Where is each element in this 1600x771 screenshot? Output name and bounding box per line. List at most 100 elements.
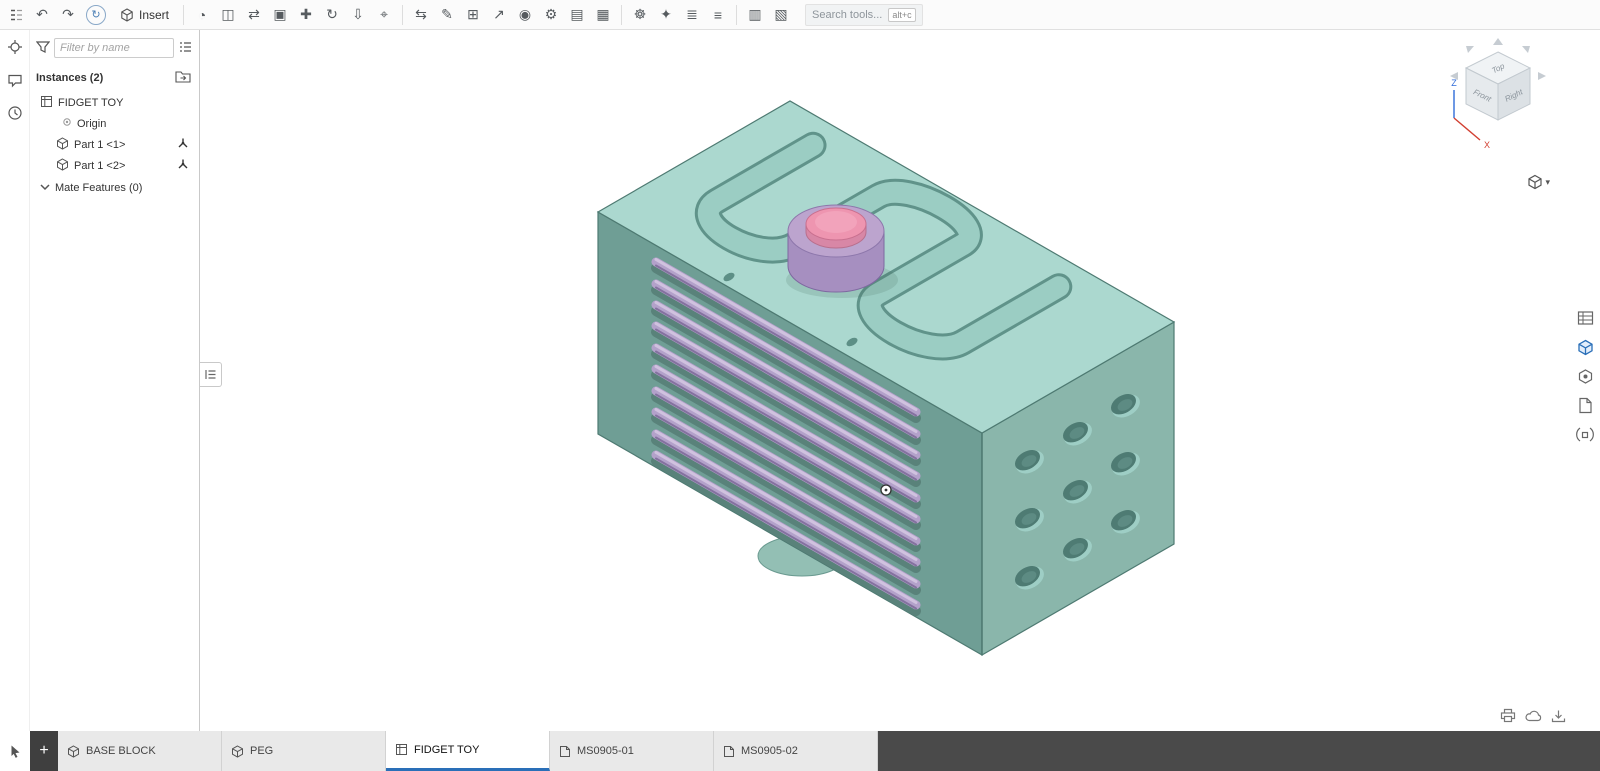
z-axis-label: Z — [1451, 78, 1457, 88]
tab-label: MS0905-02 — [741, 745, 798, 757]
mate-connector-icon[interactable] — [177, 137, 189, 152]
instance-tree: FIDGET TOY Origin Part 1 <1> — [36, 92, 199, 198]
translate-icon[interactable]: ⌖ — [372, 3, 396, 27]
tab-label: MS0905-01 — [577, 745, 634, 757]
assembly-icon — [395, 743, 408, 756]
filter-funnel-icon[interactable] — [36, 40, 50, 57]
sync-icon[interactable]: ↻ — [86, 5, 106, 25]
toolbar-separator — [736, 5, 737, 25]
part2-label: Part 1 <2> — [74, 160, 125, 172]
drawing-icon — [559, 745, 571, 758]
fidget-toy-model[interactable] — [598, 101, 1174, 655]
insert-label: Insert — [139, 8, 169, 22]
explode-icon[interactable]: ↗ — [487, 3, 511, 27]
3d-scene[interactable] — [200, 30, 1600, 731]
left-icon-strip — [0, 30, 30, 731]
named-views-icon[interactable]: ◉ — [513, 3, 537, 27]
tab-ms0905-01[interactable]: MS0905-01 — [550, 731, 714, 771]
feature-list-handle[interactable] — [200, 362, 222, 387]
grid-icon[interactable]: ▧ — [769, 3, 793, 27]
tab-base-block[interactable]: BASE BLOCK — [58, 731, 222, 771]
follow-mode-icon[interactable] — [6, 38, 24, 56]
search-tools-input[interactable]: Search tools... alt+c — [805, 4, 923, 26]
tab-peg[interactable]: PEG — [222, 731, 386, 771]
insert-part-icon[interactable]: ◫ — [216, 3, 240, 27]
redo-icon[interactable]: ↷ — [56, 3, 80, 27]
gear-relation-icon[interactable]: ☸ — [628, 3, 652, 27]
appearance-icon[interactable]: ✦ — [654, 3, 678, 27]
hatch-icon[interactable]: ≣ — [680, 3, 704, 27]
tree-row-origin[interactable]: Origin — [36, 113, 199, 134]
mate-connector-icon[interactable] — [177, 158, 189, 173]
mate-features-section[interactable]: Mate Features (0) — [36, 177, 199, 198]
assembly-name-label: FIDGET TOY — [58, 97, 123, 109]
move-part-icon[interactable]: ✚ — [294, 3, 318, 27]
tab-label: PEG — [250, 745, 273, 757]
part-instance-icon — [56, 158, 69, 174]
rotate-corner-arrow-icon[interactable] — [1466, 46, 1474, 53]
part-studio-icon — [67, 745, 80, 758]
filter-by-name-input[interactable] — [54, 38, 174, 58]
document-tab-bar: + BASE BLOCK PEG FIDGET TOY MS0905-01 MS… — [0, 731, 1600, 771]
bom-table-icon[interactable]: ▦ — [591, 3, 615, 27]
select-cursor-icon[interactable] — [9, 744, 22, 758]
tab-fidget-toy[interactable]: FIDGET TOY — [386, 731, 550, 771]
toolbar-separator — [621, 5, 622, 25]
tree-row-part2[interactable]: Part 1 <2> — [36, 155, 199, 176]
export-tray-icon[interactable] — [1551, 709, 1566, 726]
tab-label: BASE BLOCK — [86, 745, 156, 757]
copy-icon[interactable]: ▤ — [565, 3, 589, 27]
top-toolbar: ↶ ↷ ↻ Insert ◔ ◫ ⇄ ▣ ✚ ↻ ⇩ ⌖ ⇆ ✎ ⊞ ↗ ◉ ⚙… — [0, 0, 1600, 30]
sheet-icon[interactable]: ▥ — [743, 3, 767, 27]
pattern-icon[interactable]: ⊞ — [461, 3, 485, 27]
instances-list-icon[interactable] — [1575, 337, 1595, 357]
mass-properties-icon[interactable]: ◔ — [190, 3, 214, 27]
undo-icon[interactable]: ↶ — [30, 3, 54, 27]
list-view-toggle-icon[interactable] — [178, 40, 193, 57]
right-tool-strip — [1575, 308, 1595, 444]
insert-instance-icon[interactable] — [175, 70, 191, 86]
x-axis-label: X — [1484, 140, 1490, 150]
cloud-sync-icon[interactable] — [1525, 709, 1542, 725]
add-tab-button[interactable]: + — [30, 731, 58, 771]
graphics-viewport[interactable]: Top Front Right Z X ▾ — [200, 30, 1600, 731]
tab-label: FIDGET TOY — [414, 744, 479, 756]
rotate-part-icon[interactable]: ↻ — [320, 3, 344, 27]
search-shortcut-badge: alt+c — [888, 8, 915, 22]
snap-mode-icon[interactable]: ⇩ — [346, 3, 370, 27]
configurations-panel-icon[interactable] — [1575, 395, 1595, 415]
part1-label: Part 1 <1> — [74, 139, 125, 151]
versions-history-icon[interactable] — [6, 104, 24, 122]
display-states-icon[interactable]: ≡ — [706, 3, 730, 27]
assembly-instances-panel: Instances (2) FIDGET TOY Origin — [30, 30, 200, 731]
tree-row-assembly[interactable]: FIDGET TOY — [36, 92, 199, 113]
part-studio-icon — [231, 745, 244, 758]
view-options-menu[interactable]: ▾ — [1527, 174, 1550, 190]
instances-header: Instances (2) — [36, 70, 199, 86]
comments-icon[interactable] — [6, 71, 24, 89]
print-icon[interactable] — [1500, 708, 1516, 726]
tree-row-part1[interactable]: Part 1 <1> — [36, 134, 199, 155]
toolbar-separator — [402, 5, 403, 25]
status-icon-group — [1500, 708, 1566, 726]
fix-part-icon[interactable]: ▣ — [268, 3, 292, 27]
view-cube[interactable]: Top Front Right Z X — [1438, 34, 1558, 166]
chevron-down-icon[interactable] — [40, 182, 50, 194]
part-instance-icon — [56, 137, 69, 153]
rotate-corner-arrow-icon[interactable] — [1522, 46, 1530, 53]
tab-ms0905-02[interactable]: MS0905-02 — [714, 731, 878, 771]
feature-tree-icon[interactable] — [4, 3, 28, 27]
replicate-icon[interactable]: ⇄ — [242, 3, 266, 27]
swap-instance-icon[interactable]: ⇆ — [409, 3, 433, 27]
rotate-right-arrow-icon[interactable] — [1538, 72, 1546, 80]
bom-panel-icon[interactable] — [1575, 308, 1595, 328]
edit-in-context-icon[interactable]: ✎ — [435, 3, 459, 27]
rotate-up-arrow-icon[interactable] — [1493, 38, 1503, 45]
filter-row — [36, 38, 199, 58]
drawing-icon — [723, 745, 735, 758]
measure-panel-icon[interactable] — [1575, 424, 1595, 444]
mate-connectors-panel-icon[interactable] — [1575, 366, 1595, 386]
assembly-feature-icon[interactable]: ⚙ — [539, 3, 563, 27]
insert-button[interactable]: Insert — [112, 3, 177, 27]
origin-icon — [62, 117, 72, 130]
